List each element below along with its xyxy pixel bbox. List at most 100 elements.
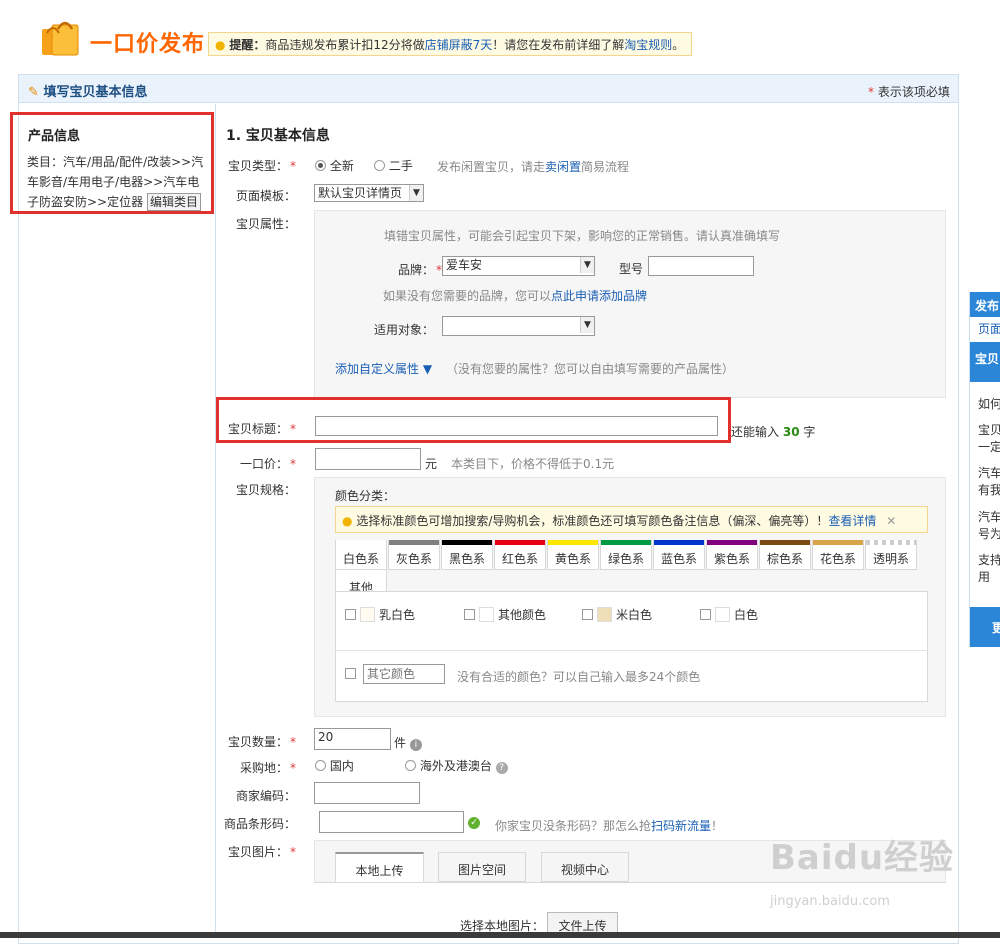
price-input[interactable]: [315, 448, 421, 470]
images-label: 宝贝图片： *: [227, 845, 296, 859]
add-custom-hint: （没有您要的属性？您可以自由填写需要的产品属性）: [446, 362, 735, 376]
quantity-input[interactable]: 20: [314, 728, 391, 750]
help-q5a[interactable]: 支持: [978, 552, 1000, 568]
color-details-link[interactable]: 查看详情: [828, 514, 876, 528]
color-tab[interactable]: 紫色系: [706, 540, 758, 570]
merchant-code-label: 商家编码：: [235, 789, 296, 803]
help-q2b[interactable]: 一定: [978, 439, 1000, 455]
title-input[interactable]: [315, 416, 718, 436]
other-color-input[interactable]: [363, 664, 445, 684]
panel-header: [19, 75, 958, 103]
caret-down-icon: ▼: [422, 362, 433, 376]
help-q5b[interactable]: 用: [978, 569, 1000, 585]
color-tab[interactable]: 花色系: [812, 540, 864, 570]
tab-video-center[interactable]: 视频中心: [541, 852, 629, 882]
color-swatch: [715, 607, 730, 622]
color-tab[interactable]: 黄色系: [547, 540, 599, 570]
edit-category-button[interactable]: 编辑类目: [146, 193, 201, 211]
checkbox[interactable]: [464, 609, 475, 620]
title-label-text: 宝贝标题：: [227, 422, 288, 436]
more-button[interactable]: 更: [970, 607, 1000, 647]
barcode-hint-text: 你家宝贝没条形码？那怎么抢: [495, 819, 652, 833]
apply-brand-link[interactable]: 点此申请添加品牌: [551, 289, 647, 303]
color-tab-label: 棕色系: [766, 552, 803, 566]
checkbox[interactable]: [582, 609, 593, 620]
template-select[interactable]: ▼ 默认宝贝详情页: [314, 184, 424, 202]
shopping-bag-logo: [38, 15, 82, 59]
help-q3a[interactable]: 汽车: [978, 465, 1000, 481]
item-header: 宝贝: [970, 342, 1000, 382]
info-icon[interactable]: i: [409, 739, 422, 751]
color-option-label: 白色: [734, 608, 759, 622]
template-label: 页面模板：: [235, 189, 296, 203]
tab-image-space[interactable]: 图片空间: [438, 852, 526, 882]
shop-block-link[interactable]: 店铺屏蔽7天: [425, 38, 493, 52]
barcode-hint: 你家宝贝没条形码？那怎么抢扫码新流量！: [495, 817, 723, 834]
color-tab[interactable]: 绿色系: [600, 540, 652, 570]
price-hint: 本类目下，价格不得低于0.1元: [451, 457, 615, 471]
radio-used[interactable]: [374, 160, 385, 171]
radio-abroad[interactable]: [405, 760, 416, 771]
close-icon[interactable]: ✕: [886, 514, 896, 528]
color-tab[interactable]: 灰色系: [388, 540, 440, 570]
scan-traffic-link[interactable]: 扫码新流量: [651, 819, 711, 833]
color-tab[interactable]: 白色系: [335, 540, 387, 570]
target-select[interactable]: ▼: [442, 316, 595, 336]
tab-local-upload[interactable]: 本地上传: [335, 852, 424, 882]
model-input[interactable]: [648, 256, 754, 276]
help-q3b[interactable]: 有我: [978, 482, 1000, 498]
color-tab[interactable]: 黑色系: [441, 540, 493, 570]
color-tab-label: 黑色系: [448, 552, 485, 566]
radio-new[interactable]: [315, 160, 326, 171]
images-label-text: 宝贝图片：: [227, 845, 288, 859]
color-option[interactable]: 白色: [700, 606, 758, 623]
color-tab-bar: [548, 540, 598, 545]
help-q4a[interactable]: 汽车: [978, 509, 1000, 525]
quantity-label-text: 宝贝数量：: [227, 735, 288, 749]
color-tab-bar: [707, 540, 757, 545]
brand-select[interactable]: ▼ 爱车安: [442, 256, 595, 276]
item-type-new[interactable]: 全新: [315, 157, 354, 174]
idle-item-hint: 发布闲置宝贝，请走卖闲置简易流程: [437, 158, 629, 175]
help-q4b[interactable]: 号为: [978, 526, 1000, 542]
product-info-title: 产品信息: [28, 129, 81, 144]
template-select-value: 默认宝贝详情页: [318, 186, 403, 200]
checkbox[interactable]: [345, 668, 356, 679]
required-note: * 表示该项必填: [868, 85, 950, 99]
color-option[interactable]: 乳白色: [345, 606, 415, 623]
checkbox[interactable]: [700, 609, 711, 620]
help-q2a[interactable]: 宝贝: [978, 422, 1000, 438]
remaining-suffix: 字: [803, 425, 816, 439]
color-tab[interactable]: 透明系: [865, 540, 917, 570]
merchant-code-input[interactable]: [314, 782, 420, 804]
taobao-rules-link[interactable]: 淘宝规则: [624, 38, 672, 52]
barcode-input[interactable]: [319, 811, 464, 833]
other-color-checkbox[interactable]: [345, 667, 356, 681]
reminder-text-2: ！请您在发布前详细了解: [492, 38, 625, 52]
color-tab[interactable]: 蓝色系: [653, 540, 705, 570]
color-tab[interactable]: 棕色系: [759, 540, 811, 570]
add-custom-attribute[interactable]: 添加自定义属性 ▼: [335, 360, 432, 377]
color-tab[interactable]: 红色系: [494, 540, 546, 570]
origin-abroad[interactable]: 海外及港澳台 ?: [405, 757, 508, 774]
color-option[interactable]: 其他颜色: [464, 606, 546, 623]
page-link[interactable]: 页面: [978, 321, 1000, 337]
color-tab-bar: [866, 540, 916, 545]
color-tab-bar: [760, 540, 810, 545]
item-type-used[interactable]: 二手: [374, 157, 413, 174]
sidebar: [19, 104, 216, 938]
help-q1[interactable]: 如何: [978, 396, 1000, 412]
add-custom-attribute-link[interactable]: 添加自定义属性: [335, 362, 419, 376]
checkbox[interactable]: [345, 609, 356, 620]
help-icon[interactable]: ?: [495, 762, 508, 774]
color-option-label: 其他颜色: [498, 608, 547, 622]
radio-domestic[interactable]: [315, 760, 326, 771]
lightbulb-icon: ●: [215, 38, 226, 52]
panel-title-text: 填写宝贝基本信息: [43, 85, 148, 100]
color-option[interactable]: 米白色: [582, 606, 652, 623]
origin-domestic[interactable]: 国内: [315, 757, 354, 774]
idle-item-link[interactable]: 卖闲置: [545, 160, 581, 174]
reminder-label: 提醒：: [229, 38, 266, 52]
attributes-label: 宝贝属性：: [235, 217, 296, 231]
right-help-panel: 发布 页面 宝贝 如何 宝贝 一定 汽车 有我 汽车 号为 支持 用 更: [969, 292, 1000, 647]
